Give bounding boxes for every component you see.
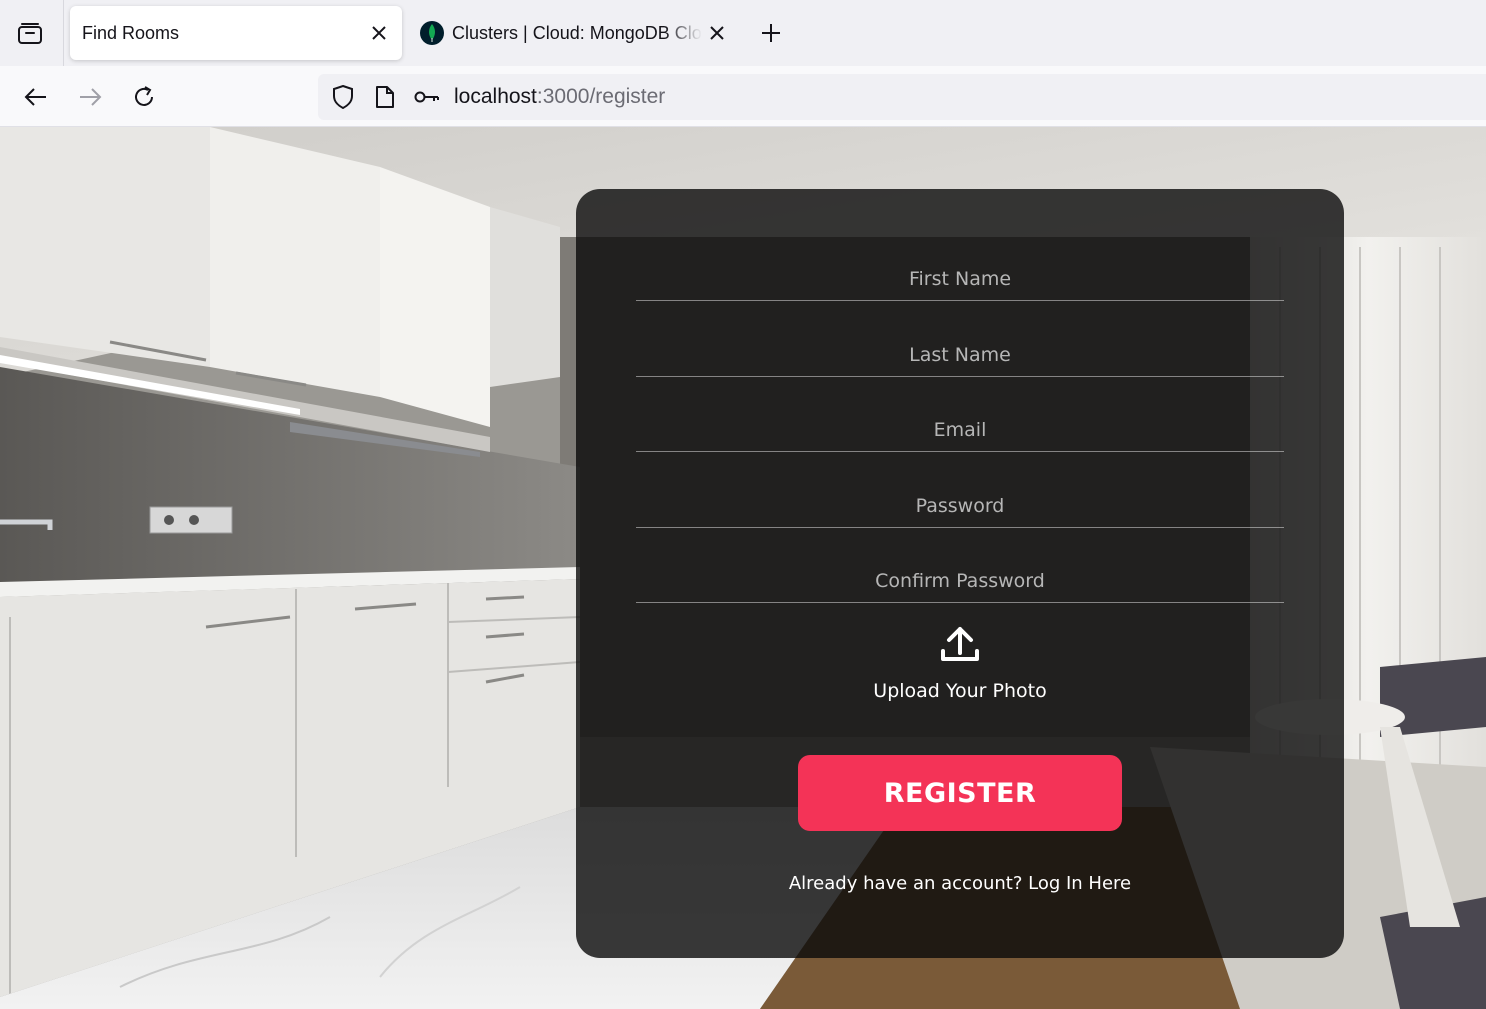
forward-arrow-icon[interactable] bbox=[73, 80, 107, 114]
tab-divider bbox=[63, 0, 64, 66]
register-card: Upload Your Photo REGISTER Already have … bbox=[576, 189, 1344, 958]
email-field bbox=[636, 392, 1284, 452]
plus-icon[interactable] bbox=[756, 18, 786, 48]
url-host: localhost bbox=[454, 85, 537, 108]
upload-photo-button[interactable]: Upload Your Photo bbox=[810, 623, 1110, 719]
key-icon[interactable] bbox=[414, 84, 440, 110]
upload-icon bbox=[940, 623, 980, 668]
password-input[interactable] bbox=[636, 468, 1284, 527]
url-text: localhost:3000/register bbox=[454, 85, 665, 109]
navigation-bar: localhost:3000/register bbox=[0, 66, 1486, 127]
register-button[interactable]: REGISTER bbox=[798, 755, 1122, 831]
email-input[interactable] bbox=[636, 392, 1284, 451]
address-bar[interactable]: localhost:3000/register bbox=[318, 74, 1486, 120]
last-name-input[interactable] bbox=[636, 317, 1284, 376]
close-icon[interactable] bbox=[704, 20, 730, 46]
confirm-password-field bbox=[636, 543, 1284, 603]
tab-title: Find Rooms bbox=[82, 22, 180, 43]
confirm-password-input[interactable] bbox=[636, 543, 1284, 602]
tab-mongodb-clusters[interactable]: Clusters | Cloud: MongoDB Cloud bbox=[414, 6, 734, 60]
close-icon[interactable] bbox=[366, 20, 392, 46]
url-path: :3000/register bbox=[536, 85, 666, 108]
tab-list-icon[interactable] bbox=[14, 19, 46, 49]
back-arrow-icon[interactable] bbox=[19, 80, 53, 114]
tab-find-rooms[interactable]: Find Rooms bbox=[70, 6, 402, 60]
tab-bar: Find Rooms Clusters | Cloud: MongoDB Clo… bbox=[0, 0, 1486, 66]
first-name-input[interactable] bbox=[636, 241, 1284, 300]
password-field bbox=[636, 468, 1284, 528]
shield-icon[interactable] bbox=[330, 84, 356, 110]
reload-icon[interactable] bbox=[127, 80, 161, 114]
last-name-field bbox=[636, 317, 1284, 377]
mongodb-leaf-icon bbox=[420, 21, 444, 45]
first-name-field bbox=[636, 241, 1284, 301]
upload-photo-label: Upload Your Photo bbox=[873, 680, 1047, 702]
page-viewport: Upload Your Photo REGISTER Already have … bbox=[0, 127, 1486, 1009]
tab-title: Clusters | Cloud: MongoDB Cloud bbox=[452, 22, 702, 43]
page-icon[interactable] bbox=[372, 84, 398, 110]
login-link[interactable]: Already have an account? Log In Here bbox=[576, 873, 1344, 894]
